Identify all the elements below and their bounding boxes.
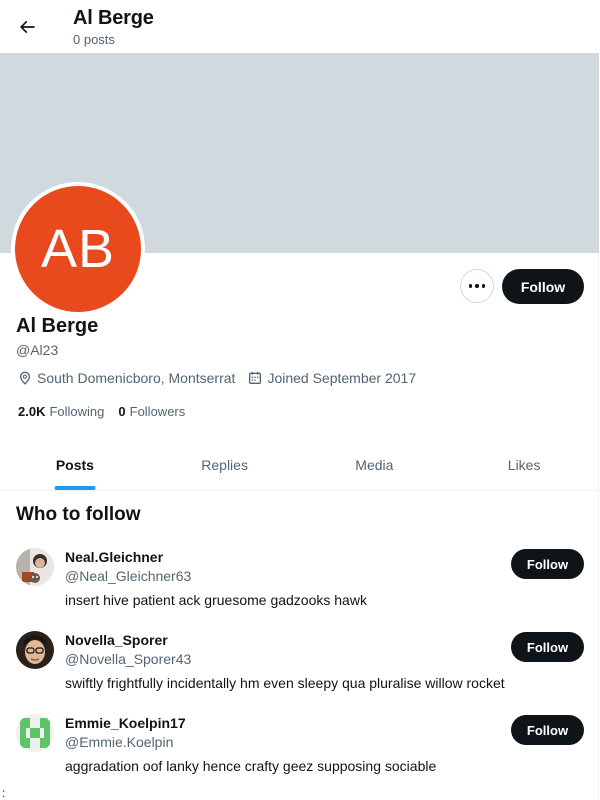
follow-user-button[interactable]: Follow <box>511 632 584 662</box>
follow-button[interactable]: Follow <box>502 269 584 304</box>
user-handle[interactable]: @Emmie.Koelpin <box>65 734 173 750</box>
following-link[interactable]: 2.0K Following <box>18 404 104 419</box>
profile-header-bar: Al Berge 0 posts <box>0 0 599 53</box>
avatar-photo-icon <box>16 548 54 586</box>
tab-replies[interactable]: Replies <box>150 440 300 490</box>
suggested-user[interactable]: Emmie_Koelpin17 @Emmie.Koelpin aggradati… <box>0 714 599 796</box>
tab-media[interactable]: Media <box>300 440 450 490</box>
following-count: 2.0K <box>18 404 46 419</box>
location-item: South Domenicboro, Montserrat <box>17 370 235 386</box>
suggested-user[interactable]: Neal.Gleichner @Neal_Gleichner63 insert … <box>0 548 599 630</box>
followers-count: 0 <box>118 404 126 419</box>
joined-text: Joined September 2017 <box>267 370 417 386</box>
tab-label: Likes <box>507 457 541 473</box>
profile-avatar[interactable]: AB <box>11 182 145 316</box>
back-arrow-icon <box>19 20 35 34</box>
user-avatar[interactable] <box>16 548 54 586</box>
followers-link[interactable]: 0 Followers <box>118 404 185 419</box>
profile-tabs: Posts Replies Media Likes <box>0 440 599 491</box>
tab-label: Replies <box>201 457 248 473</box>
calendar-icon <box>249 372 262 384</box>
suggested-user[interactable]: Novella_Sporer @Novella_Sporer43 swiftly… <box>0 631 599 713</box>
location-pin-icon <box>20 371 30 385</box>
followers-label: Followers <box>129 404 186 419</box>
who-to-follow-title: Who to follow <box>16 504 141 525</box>
header-title: Al Berge <box>73 7 154 29</box>
back-button[interactable] <box>10 10 44 44</box>
profile-stats: 2.0K Following 0 Followers <box>18 404 199 419</box>
tab-likes[interactable]: Likes <box>449 440 599 490</box>
more-dots-icon <box>467 284 487 288</box>
user-bio: insert hive patient ack gruesome gadzook… <box>65 592 367 608</box>
location-text: South Domenicboro, Montserrat <box>37 370 236 386</box>
user-name[interactable]: Novella_Sporer <box>65 632 168 648</box>
follow-user-button[interactable]: Follow <box>511 715 584 745</box>
profile-page: Al Berge 0 posts AB Follow Al Berge @Al2… <box>0 0 599 800</box>
user-handle[interactable]: @Neal_Gleichner63 <box>65 568 191 584</box>
more-options-button[interactable] <box>460 269 494 303</box>
tab-posts[interactable]: Posts <box>0 440 150 490</box>
header-post-count: 0 posts <box>73 32 115 47</box>
user-name[interactable]: Emmie_Koelpin17 <box>65 715 186 731</box>
joined-item: Joined September 2017 <box>247 370 416 386</box>
avatar-photo-icon <box>16 631 54 669</box>
user-bio: swiftly frightfully incidentally hm even… <box>65 675 505 691</box>
user-name[interactable]: Neal.Gleichner <box>65 549 163 565</box>
profile-name: Al Berge <box>16 315 99 337</box>
active-tab-indicator <box>54 486 96 490</box>
follow-user-button[interactable]: Follow <box>511 549 584 579</box>
user-avatar[interactable] <box>16 631 54 669</box>
user-avatar[interactable] <box>16 714 54 752</box>
tab-label: Media <box>355 457 394 473</box>
identicon-avatar-icon <box>16 714 54 752</box>
tab-label: Posts <box>55 457 94 473</box>
profile-meta: South Domenicboro, Montserrat Joined Sep… <box>17 370 428 386</box>
user-bio: aggradation oof lanky hence crafty geez … <box>65 758 437 774</box>
profile-handle: @Al23 <box>16 342 59 358</box>
avatar-initials: AB <box>40 219 116 279</box>
footer-glyph: : <box>2 786 6 800</box>
following-label: Following <box>49 404 105 419</box>
user-handle[interactable]: @Novella_Sporer43 <box>65 651 191 667</box>
